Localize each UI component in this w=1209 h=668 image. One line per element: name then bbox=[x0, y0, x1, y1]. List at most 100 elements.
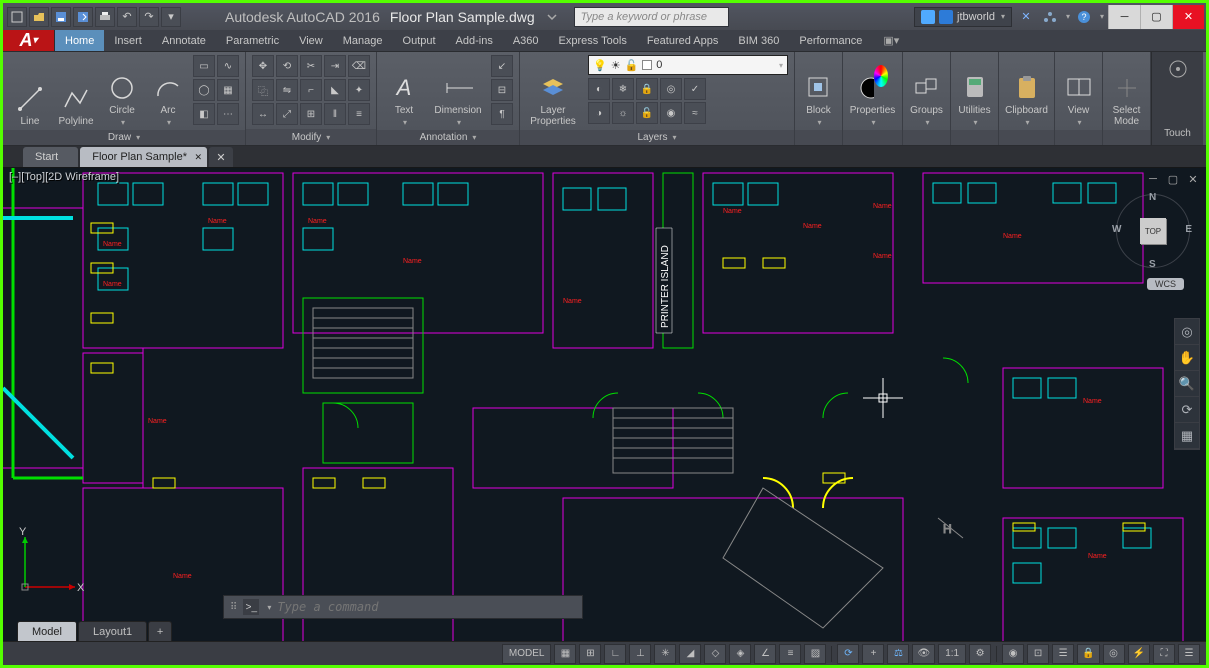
tab-close-icon[interactable]: ✕ bbox=[194, 152, 202, 163]
layout1-tab[interactable]: Layout1 bbox=[78, 621, 147, 641]
region-icon[interactable]: ◧ bbox=[193, 103, 215, 125]
layer-unlock-icon[interactable]: 🔓 bbox=[636, 102, 658, 124]
panel-annotation-title[interactable]: Annotation▾ bbox=[377, 130, 519, 145]
sb-custom-icon[interactable]: ☰ bbox=[1178, 644, 1200, 664]
select-mode-button[interactable]: Select Mode bbox=[1109, 55, 1144, 127]
polyline-button[interactable]: Polyline bbox=[55, 55, 97, 127]
qat-saveas-icon[interactable] bbox=[73, 7, 93, 27]
layer-thaw-icon[interactable]: ☼ bbox=[612, 102, 634, 124]
sb-quickprops-icon[interactable]: ☰ bbox=[1052, 644, 1074, 664]
qat-plot-icon[interactable] bbox=[95, 7, 115, 27]
sb-workspace-icon[interactable]: ◉ bbox=[1002, 644, 1024, 664]
offset-icon[interactable]: ‖ bbox=[324, 103, 346, 125]
tab-home[interactable]: Home bbox=[55, 30, 104, 51]
close-button[interactable]: ✕ bbox=[1172, 5, 1204, 29]
tab-manage[interactable]: Manage bbox=[333, 30, 393, 51]
sb-hardware-icon[interactable]: ⚡ bbox=[1128, 644, 1150, 664]
tab-focus-icon[interactable]: ▣▾ bbox=[878, 30, 904, 51]
compass-n[interactable]: N bbox=[1149, 192, 1156, 203]
extend-icon[interactable]: ⇥ bbox=[324, 55, 346, 77]
nav-zoom-icon[interactable]: 🔍 bbox=[1175, 371, 1199, 397]
a360-icon[interactable] bbox=[1040, 7, 1060, 27]
qat-dropdown-icon[interactable]: ▾ bbox=[161, 7, 181, 27]
tab-start[interactable]: Start bbox=[23, 147, 78, 167]
panel-modify-title[interactable]: Modify▾ bbox=[246, 129, 376, 145]
layer-freeze-icon[interactable]: ❄ bbox=[612, 78, 634, 100]
compass-s[interactable]: S bbox=[1149, 259, 1156, 270]
compass-w[interactable]: W bbox=[1112, 224, 1121, 235]
touch-panel[interactable]: Touch bbox=[1151, 52, 1203, 145]
leader-icon[interactable]: ↙ bbox=[491, 55, 513, 77]
tab-annotate[interactable]: Annotate bbox=[152, 30, 216, 51]
command-line[interactable]: ⠿ >_ ▾ bbox=[223, 595, 583, 619]
sb-model[interactable]: MODEL bbox=[502, 644, 552, 664]
sb-iso-icon[interactable]: ◢ bbox=[679, 644, 701, 664]
layer-on-icon[interactable]: ◑ bbox=[588, 102, 610, 124]
vp-maximize-icon[interactable]: ▢ bbox=[1166, 172, 1180, 186]
view-button[interactable]: View▾ bbox=[1061, 55, 1096, 127]
mirror-icon[interactable]: ⇋ bbox=[276, 79, 298, 101]
tab-output[interactable]: Output bbox=[393, 30, 446, 51]
tab-performance[interactable]: Performance bbox=[789, 30, 872, 51]
panel-layers-title[interactable]: Layers▾ bbox=[520, 130, 794, 145]
app-logo[interactable]: A▾ bbox=[3, 30, 55, 51]
stretch-icon[interactable]: ↔ bbox=[252, 103, 274, 125]
tab-parametric[interactable]: Parametric bbox=[216, 30, 289, 51]
mtext-icon[interactable]: ¶ bbox=[491, 103, 513, 125]
tab-insert[interactable]: Insert bbox=[104, 30, 152, 51]
wcs-badge[interactable]: WCS bbox=[1147, 278, 1184, 290]
signin-status[interactable]: jtbworld ▾ bbox=[914, 7, 1012, 27]
circle-button[interactable]: Circle▾ bbox=[101, 55, 143, 127]
tab-bim360[interactable]: BIM 360 bbox=[728, 30, 789, 51]
block-button[interactable]: Block▾ bbox=[801, 55, 836, 127]
search-input[interactable]: Type a keyword or phrase bbox=[574, 7, 729, 27]
viewcube-face[interactable]: TOP bbox=[1140, 218, 1166, 244]
tab-express[interactable]: Express Tools bbox=[549, 30, 637, 51]
explode-icon[interactable]: ✦ bbox=[348, 79, 370, 101]
drawing-canvas[interactable]: [–][Top][2D Wireframe] ─ ▢ ✕ TOP N S W E… bbox=[3, 168, 1206, 641]
arc-button[interactable]: Arc▾ bbox=[147, 55, 189, 127]
cmd-prompt-icon[interactable]: >_ bbox=[243, 599, 259, 615]
chamfer-icon[interactable]: ◣ bbox=[324, 79, 346, 101]
command-input[interactable] bbox=[277, 600, 576, 614]
rectangle-icon[interactable]: ▭ bbox=[193, 55, 215, 77]
sb-scale[interactable]: 1:1 bbox=[938, 644, 966, 664]
sb-snap-icon[interactable]: ⊞ bbox=[579, 644, 601, 664]
vp-minimize-icon[interactable]: ─ bbox=[1146, 172, 1160, 186]
nav-wheel-icon[interactable]: ◎ bbox=[1175, 319, 1199, 345]
qat-new-icon[interactable] bbox=[7, 7, 27, 27]
tab-new-icon[interactable]: ✕ bbox=[209, 147, 233, 167]
move-icon[interactable]: ✥ bbox=[252, 55, 274, 77]
array-icon[interactable]: ⊞ bbox=[300, 103, 322, 125]
groups-button[interactable]: Groups▾ bbox=[909, 55, 944, 127]
utilities-button[interactable]: Utilities▾ bbox=[957, 55, 992, 127]
qat-save-icon[interactable] bbox=[51, 7, 71, 27]
sb-grid-icon[interactable]: ▦ bbox=[554, 644, 576, 664]
ellipse-icon[interactable]: ◯ bbox=[193, 79, 215, 101]
sb-ortho-icon[interactable]: ⊥ bbox=[629, 644, 651, 664]
cmd-grip-icon[interactable]: ⠿ bbox=[230, 602, 237, 613]
panel-draw-title[interactable]: Draw▾ bbox=[3, 130, 245, 145]
nav-show-icon[interactable]: ▦ bbox=[1175, 423, 1199, 449]
ucs-icon[interactable]: X Y bbox=[15, 527, 85, 597]
tab-featured[interactable]: Featured Apps bbox=[637, 30, 729, 51]
more-draw-icon[interactable]: ⋯ bbox=[217, 103, 239, 125]
add-layout-icon[interactable]: + bbox=[148, 621, 172, 641]
tab-current-file[interactable]: Floor Plan Sample*✕ bbox=[80, 147, 207, 167]
vp-close-icon[interactable]: ✕ bbox=[1186, 172, 1200, 186]
sb-units-icon[interactable]: ⊡ bbox=[1027, 644, 1049, 664]
sb-transparency-icon[interactable]: ▨ bbox=[804, 644, 826, 664]
sb-gear-icon[interactable]: ⚙ bbox=[969, 644, 991, 664]
exchange-icon[interactable]: ✕ bbox=[1016, 7, 1036, 27]
minimize-button[interactable]: ─ bbox=[1108, 5, 1140, 29]
trim-icon[interactable]: ✂ bbox=[300, 55, 322, 77]
sb-3dosnap-icon[interactable]: ◈ bbox=[729, 644, 751, 664]
sb-annomonitor-icon[interactable]: + bbox=[862, 644, 884, 664]
sb-annoscale-icon[interactable]: ⚖ bbox=[887, 644, 909, 664]
qat-open-icon[interactable] bbox=[29, 7, 49, 27]
table-icon[interactable]: ⊟ bbox=[491, 79, 513, 101]
viewport-label[interactable]: [–][Top][2D Wireframe] bbox=[9, 171, 119, 183]
layer-match-icon[interactable]: ≈ bbox=[684, 102, 706, 124]
line-button[interactable]: Line bbox=[9, 55, 51, 127]
properties-button[interactable]: Properties▾ bbox=[849, 55, 896, 127]
